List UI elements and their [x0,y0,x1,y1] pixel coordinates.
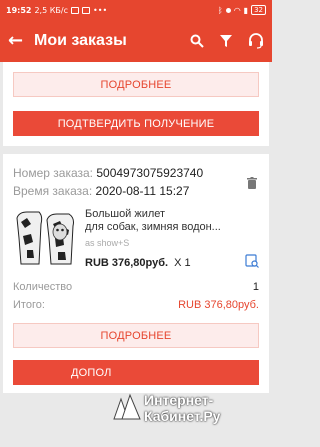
headset-icon[interactable] [248,33,264,49]
filter-icon[interactable] [220,34,232,48]
product-item[interactable]: Большой жилет для собак, зимняя водон...… [13,208,259,271]
product-name-line2: для собак, зимняя водон... [85,221,221,233]
more-button[interactable]: ДОПОЛ [13,360,259,385]
snapshot-icon[interactable] [245,254,259,271]
order-card: Номер заказа: 5004973075923740 Время зак… [3,154,269,393]
image-icon [71,6,79,14]
status-time: 19:52 [6,5,32,15]
vibrate-icon [225,7,231,13]
details-button[interactable]: ПОДРОБНЕЕ [13,323,259,348]
screen: { "status_bar": { "time": "19:52", "spee… [0,0,272,447]
order-number-value: 5004973075923740 [96,166,204,180]
total-label: Итого: [13,299,45,311]
total-value: RUB 376,80руб. [178,299,259,311]
arrow-left-icon[interactable]: ← [8,32,28,50]
watermark-logo-icon [113,393,141,420]
quantity-value: 1 [252,281,259,293]
more-dots-icon: ••• [93,5,108,15]
order-time-label: Время заказа: [13,184,93,198]
order-number-label: Номер заказа: [13,166,94,180]
status-bar: 19:52 2,5 КБ/с ••• ᛒ ◠ ▮ 32 [0,0,272,20]
product-name-line1: Большой жилет [85,208,166,220]
wifi-icon: ◠ [233,5,241,15]
quantity-row: Количество 1 [13,281,259,293]
order-time-value: 2020-08-11 15:27 [95,184,190,198]
watermark-line2: Кабинет.Ру [144,408,221,424]
search-icon[interactable] [190,34,204,48]
quantity-label: Количество [13,281,73,293]
confirm-receipt-button[interactable]: ПОДТВЕРДИТЬ ПОЛУЧЕНИЕ [13,111,259,136]
order-time-row: Время заказа: 2020-08-11 15:27 [13,184,259,198]
mail-icon [82,6,90,14]
signal-icon: ▮ [243,5,249,15]
status-speed: 2,5 КБ/с [34,5,68,15]
product-qty: X 1 [174,256,191,269]
battery-indicator: 32 [251,5,266,15]
watermark-line1: Интернет- [144,392,214,408]
bluetooth-icon: ᛒ [217,5,223,15]
order-number-row: Номер заказа: 5004973075923740 [13,166,259,180]
order-card-previous: ПОДРОБНЕЕ ПОДТВЕРДИТЬ ПОЛУЧЕНИЕ [3,62,269,146]
product-variant: as show+S [85,238,130,248]
total-row: Итого: RUB 376,80руб. [13,299,259,311]
watermark: Интернет- Кабинет.Ру [0,387,272,445]
app-bar: ← Мои заказы [0,20,272,62]
product-price: RUB 376,80руб. [85,256,169,269]
page-title: Мои заказы [34,32,127,49]
details-button[interactable]: ПОДРОБНЕЕ [13,72,259,97]
product-image[interactable] [13,208,79,268]
trash-icon[interactable] [247,174,257,193]
